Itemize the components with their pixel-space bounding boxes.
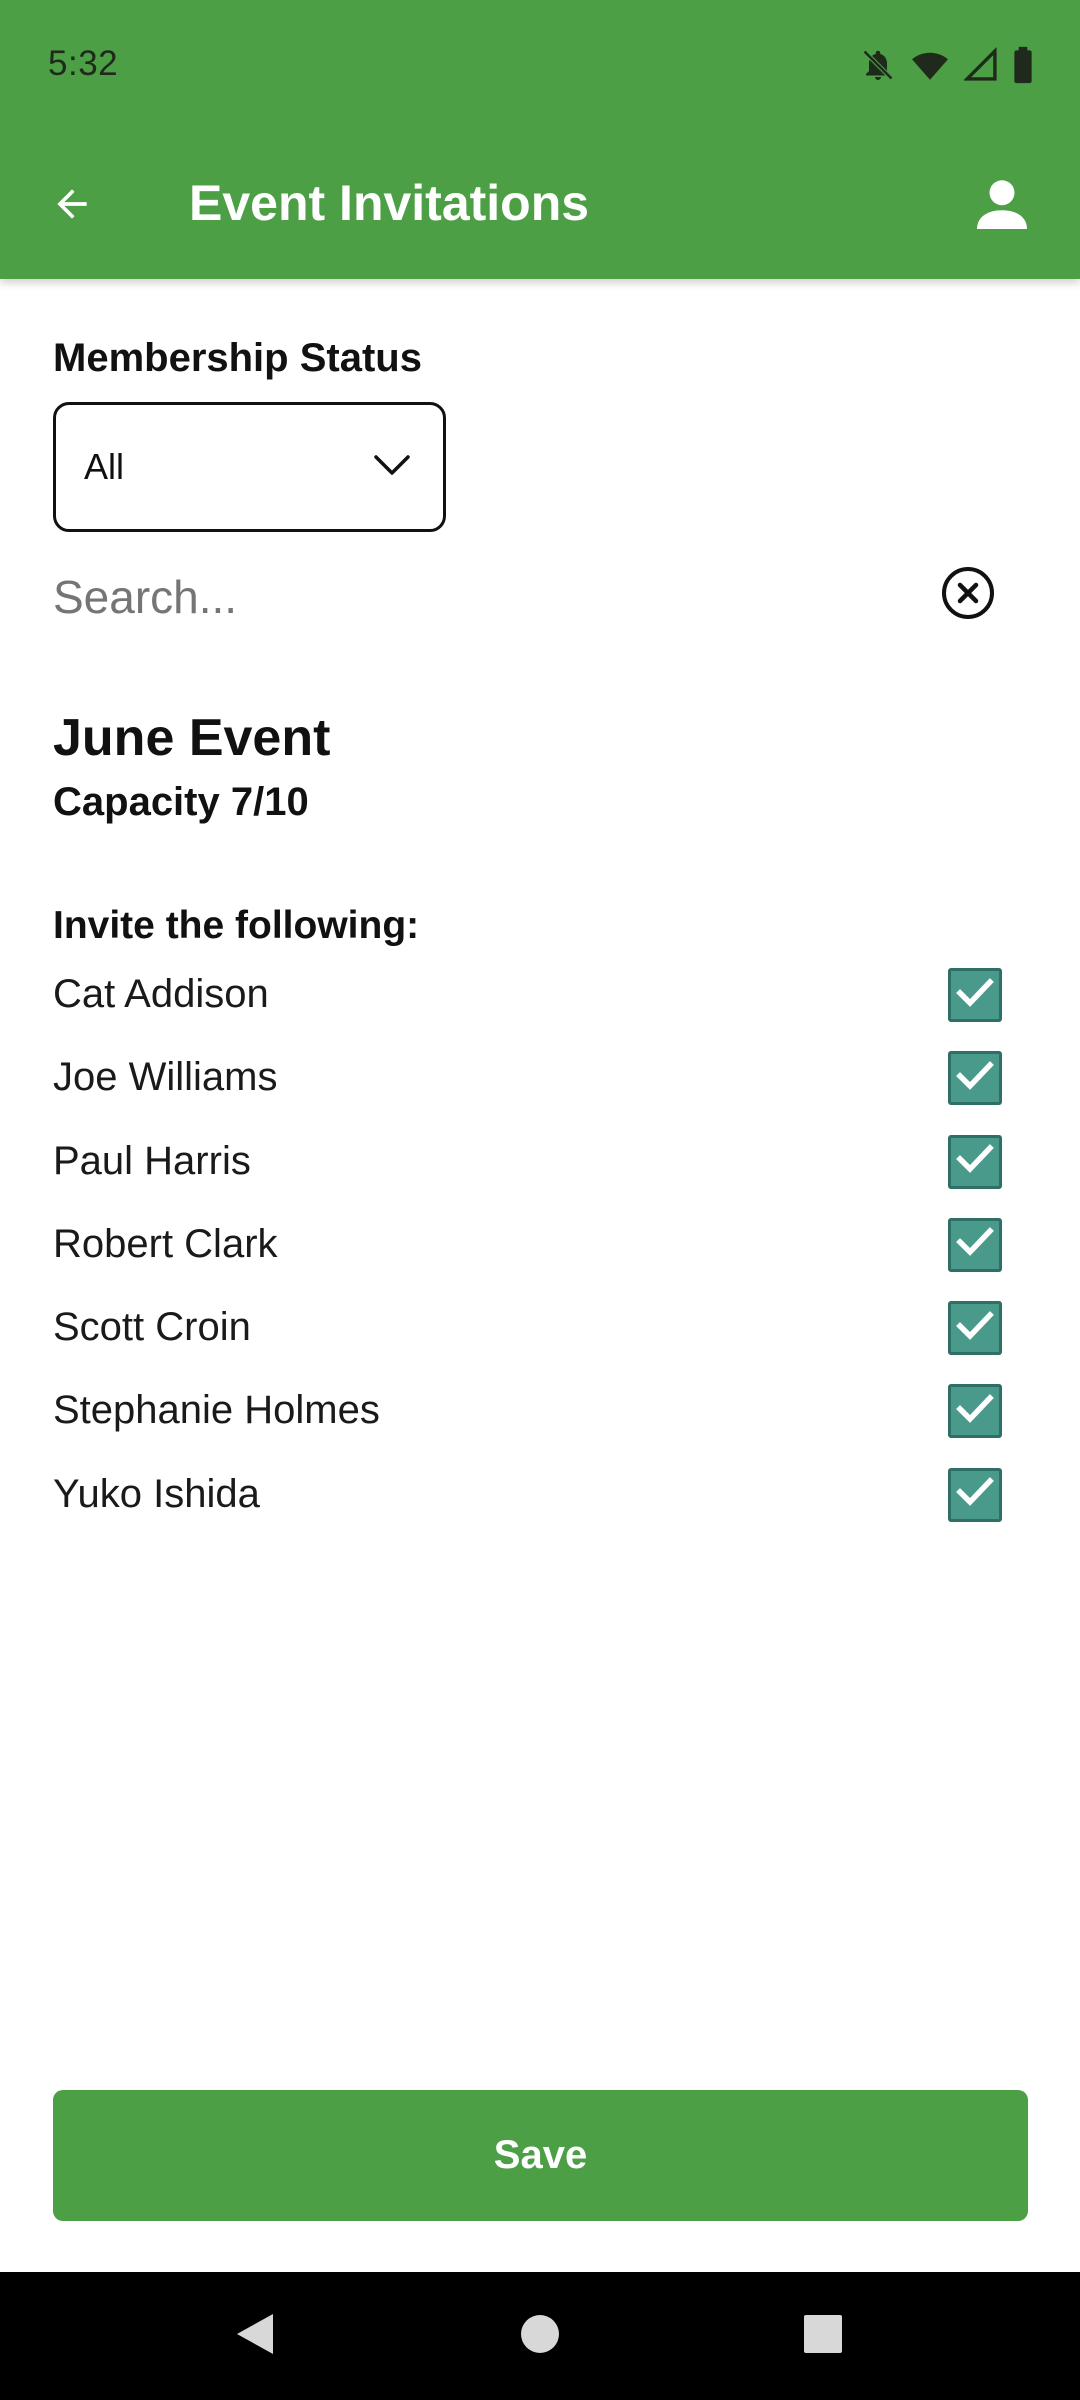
event-capacity: Capacity 7/10 [53, 780, 309, 824]
invite-checkbox[interactable] [948, 1384, 1002, 1439]
event-invitations-screen: 5:32 Event Invitations Membership Status… [0, 0, 1080, 2400]
list-item: Cat Addison [0, 958, 1080, 1041]
invitee-name: Scott Croin [53, 1305, 251, 1350]
invite-checkbox[interactable] [948, 1217, 1002, 1272]
person-icon [972, 173, 1032, 240]
top-header: 5:32 Event Invitations [0, 0, 1080, 279]
event-title: June Event [53, 709, 331, 767]
chevron-down-icon [373, 453, 411, 482]
list-item: Scott Croin [0, 1291, 1080, 1374]
check-icon [955, 1475, 995, 1514]
invitee-name: Robert Clark [53, 1221, 278, 1266]
invite-checkbox[interactable] [948, 1467, 1002, 1522]
search-input[interactable] [53, 560, 913, 634]
home-circle-icon [519, 2313, 561, 2360]
membership-status-dropdown[interactable]: All [53, 402, 446, 532]
app-bar: Event Invitations [0, 132, 1080, 279]
check-icon [955, 1142, 995, 1181]
list-item: Robert Clark [0, 1208, 1080, 1291]
check-icon [955, 976, 995, 1015]
clear-search-button[interactable] [940, 565, 996, 621]
status-icons [860, 46, 1034, 84]
invite-checkbox[interactable] [948, 968, 1002, 1022]
invitee-name: Joe Williams [53, 1055, 278, 1100]
signal-icon [964, 47, 998, 83]
back-button[interactable] [30, 166, 114, 246]
nav-recents-button[interactable] [793, 2306, 853, 2366]
wifi-icon [910, 47, 950, 83]
list-item: Paul Harris [0, 1125, 1080, 1208]
invite-list: Cat Addison Joe Williams Paul Harris Rob… [0, 958, 1080, 1541]
list-item: Yuko Ishida [0, 1458, 1080, 1541]
list-item: Joe Williams [0, 1041, 1080, 1124]
battery-icon [1012, 46, 1034, 84]
invitee-name: Yuko Ishida [53, 1471, 260, 1516]
notifications-off-icon [860, 47, 896, 83]
invite-checkbox[interactable] [948, 1301, 1002, 1356]
invite-checkbox[interactable] [948, 1134, 1002, 1189]
check-icon [955, 1225, 995, 1264]
invite-checkbox[interactable] [948, 1051, 1002, 1106]
invitee-name: Paul Harris [53, 1138, 251, 1183]
status-bar: 5:32 [0, 0, 1080, 132]
membership-status-value: All [84, 446, 125, 487]
page-title: Event Invitations [189, 175, 590, 231]
check-icon [955, 1309, 995, 1348]
recents-square-icon [803, 2314, 843, 2359]
invite-list-label: Invite the following: [53, 904, 420, 947]
check-icon [955, 1059, 995, 1098]
check-icon [955, 1392, 995, 1431]
nav-back-button[interactable] [225, 2306, 285, 2366]
profile-button[interactable] [954, 162, 1050, 250]
status-time: 5:32 [48, 44, 119, 83]
invitee-name: Stephanie Holmes [53, 1388, 380, 1433]
system-nav-bar [0, 2272, 1080, 2400]
close-circle-icon [940, 567, 996, 625]
membership-status-label: Membership Status [53, 336, 422, 380]
list-item: Stephanie Holmes [0, 1374, 1080, 1457]
invitee-name: Cat Addison [53, 972, 269, 1016]
nav-home-button[interactable] [510, 2306, 570, 2366]
save-button[interactable]: Save [53, 2090, 1028, 2221]
arrow-left-icon [48, 182, 96, 231]
back-triangle-icon [233, 2311, 277, 2362]
